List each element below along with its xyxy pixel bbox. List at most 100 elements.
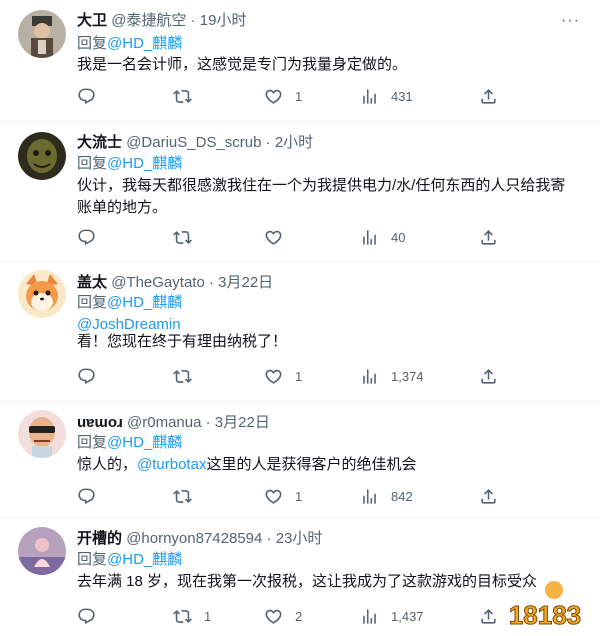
views-icon [360, 487, 379, 506]
separator: · [266, 530, 272, 547]
replying-to: 回复@HD_麒麟 [77, 153, 182, 175]
retweet-button[interactable] [173, 485, 204, 507]
avatar[interactable] [18, 410, 66, 458]
views-button[interactable]: 1,374 [360, 365, 424, 387]
replying-to-link[interactable]: @HD_麒麟 [107, 551, 182, 568]
mention-link[interactable]: @turbotax [137, 456, 206, 473]
timestamp[interactable]: 3月22日 [218, 274, 273, 291]
replying-to-label: 回复 [77, 35, 108, 52]
views-icon [360, 87, 379, 106]
avatar-image [18, 270, 66, 318]
share-button[interactable] [479, 85, 498, 107]
display-name[interactable]: 盖太 [77, 274, 107, 291]
reply-tweet[interactable]: 大流士 @DariuS_DS_scrub · 2小时 回复@HD_麒麟 伙计，我… [0, 122, 600, 262]
like-icon [264, 367, 283, 386]
views-button[interactable]: 1,437 [360, 605, 424, 627]
share-button[interactable] [479, 365, 498, 387]
user-handle[interactable]: @泰捷航空 [111, 12, 186, 29]
like-button[interactable]: 1 [264, 485, 302, 507]
timestamp[interactable]: 2小时 [275, 134, 313, 151]
display-name[interactable]: 开槽的 [77, 530, 122, 547]
view-count: 1,374 [391, 368, 424, 384]
like-button[interactable]: 1 [264, 85, 302, 107]
avatar-image [18, 527, 66, 575]
like-button[interactable]: 1 [264, 365, 302, 387]
like-button[interactable]: 2 [264, 605, 302, 627]
share-icon [479, 367, 498, 386]
share-button[interactable] [479, 485, 498, 507]
replying-to-link[interactable]: @HD_麒麟 [107, 434, 182, 451]
like-icon [264, 87, 283, 106]
reply-icon [77, 487, 96, 506]
separator: · [265, 134, 271, 151]
avatar[interactable] [18, 270, 66, 318]
reply-button[interactable] [77, 226, 108, 248]
user-handle[interactable]: @hornyon87428594 [126, 530, 262, 547]
views-icon [360, 607, 379, 626]
like-button[interactable] [264, 226, 295, 248]
display-name[interactable]: 大卫 [77, 12, 107, 29]
share-button[interactable] [479, 226, 498, 248]
replying-to-link[interactable]: @HD_麒麟 [107, 155, 182, 172]
more-options-icon[interactable]: ··· [561, 10, 580, 32]
action-bar: 1 431 [77, 85, 580, 107]
retweet-button[interactable]: 1 [173, 605, 211, 627]
retweet-icon [173, 487, 192, 506]
avatar[interactable] [18, 10, 66, 58]
like-count: 1 [295, 488, 303, 504]
tweet-header: 开槽的 @hornyon87428594 · 23小时 [77, 528, 580, 550]
reply-tweet[interactable]: uɐɯoɹ @r0manua · 3月22日 回复@HD_麒麟 惊人的，@tur… [0, 402, 600, 518]
action-bar: 1 842 [77, 485, 580, 507]
display-name[interactable]: uɐɯoɹ [77, 414, 123, 431]
like-count: 1 [295, 368, 303, 384]
action-bar: 1 1,374 [77, 365, 580, 387]
view-count: 40 [391, 229, 406, 245]
replying-to-label: 回复 [77, 434, 108, 451]
avatar-image [18, 132, 66, 180]
retweet-button[interactable] [173, 85, 204, 107]
timestamp[interactable]: 23小时 [276, 530, 323, 547]
action-bar: 40 [77, 226, 580, 248]
user-handle[interactable]: @r0manua [127, 414, 201, 431]
timestamp[interactable]: 3月22日 [215, 414, 270, 431]
views-button[interactable]: 431 [360, 85, 413, 107]
reply-button[interactable] [77, 365, 108, 387]
reply-icon [77, 607, 96, 626]
reply-tweet[interactable]: 盖太 @TheGaytato · 3月22日 回复@HD_麒麟 @JoshDre… [0, 262, 600, 402]
like-count: 1 [295, 88, 303, 104]
retweet-button[interactable] [173, 365, 204, 387]
retweet-icon [173, 87, 192, 106]
display-name[interactable]: 大流士 [77, 134, 122, 151]
tweet-header: uɐɯoɹ @r0manua · 3月22日 [77, 412, 580, 434]
replying-to: 回复@HD_麒麟 [77, 292, 182, 314]
user-handle[interactable]: @DariuS_DS_scrub [126, 134, 261, 151]
tweet-header: 盖太 @TheGaytato · 3月22日 [77, 272, 580, 294]
replying-to-link[interactable]: @HD_麒麟 [107, 294, 182, 311]
separator: · [208, 274, 214, 291]
replying-to-label: 回复 [77, 551, 108, 568]
retweet-button[interactable] [173, 226, 204, 248]
retweet-icon [173, 607, 192, 626]
reply-button[interactable] [77, 485, 108, 507]
tweet-text-end: 这里的人是获得客户的绝佳机会 [206, 456, 417, 473]
like-icon [264, 607, 283, 626]
timestamp[interactable]: 19小时 [200, 12, 247, 29]
site-watermark: 18183 [494, 578, 596, 634]
avatar[interactable] [18, 527, 66, 575]
replying-to-label: 回复 [77, 294, 108, 311]
replying-to: 回复@HD_麒麟 [77, 549, 182, 571]
like-icon [264, 487, 283, 506]
avatar[interactable] [18, 132, 66, 180]
reply-icon [77, 228, 96, 247]
tweet-text: 伙计，我每天都很感激我住在一个为我提供电力/水/任何东西的人只给我寄账单的地方。 [77, 177, 566, 216]
separator: · [205, 414, 211, 431]
reply-tweet[interactable]: 大卫 @泰捷航空 · 19小时 ··· 回复@HD_麒麟 我是一名会计师，这感觉… [0, 0, 600, 122]
views-button[interactable]: 842 [360, 485, 413, 507]
retweet-count: 1 [204, 608, 212, 624]
replying-to-link[interactable]: @HD_麒麟 [107, 35, 182, 52]
reply-button[interactable] [77, 605, 108, 627]
reply-button[interactable] [77, 85, 108, 107]
user-handle[interactable]: @TheGaytato [111, 274, 205, 291]
views-button[interactable]: 40 [360, 226, 405, 248]
like-icon [264, 228, 283, 247]
